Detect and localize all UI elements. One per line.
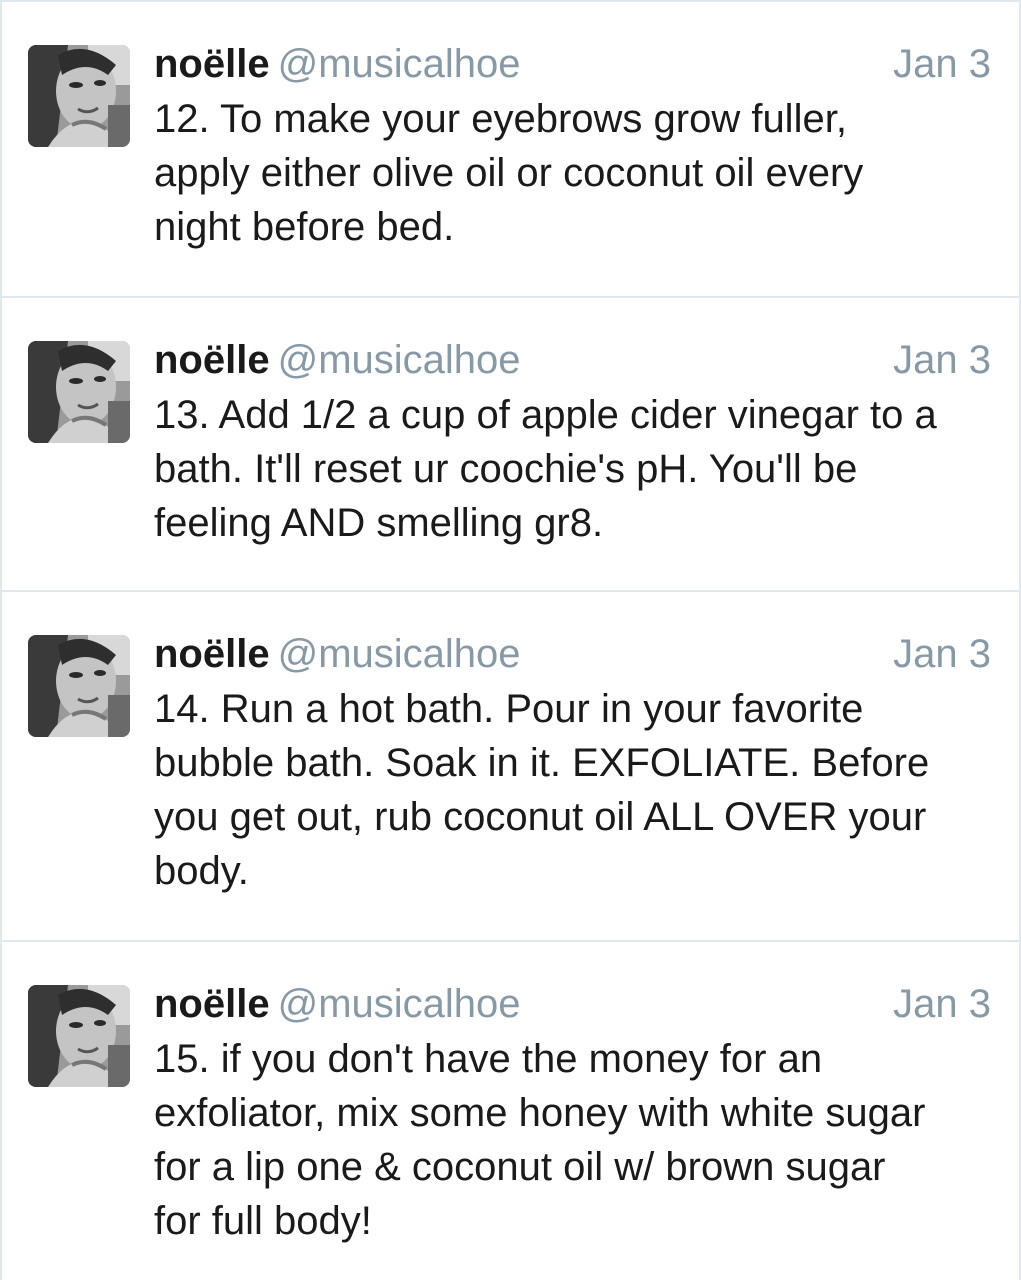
tweet-date[interactable]: Jan 3 bbox=[893, 978, 991, 1030]
tweet-text: 15. if you don't have the money for an e… bbox=[154, 1037, 926, 1243]
tweet-date[interactable]: Jan 3 bbox=[893, 334, 991, 386]
tweet-timeline: noëlle @musicalhoe Jan 3 12. To make your… bbox=[0, 0, 1021, 1282]
profile-photo-icon bbox=[28, 635, 130, 737]
avatar[interactable] bbox=[28, 341, 130, 443]
tweet-header: noëlle @musicalhoe Jan 3 bbox=[154, 628, 991, 680]
tweet-text: 12. To make your eyebrows grow fuller, a… bbox=[154, 97, 864, 249]
profile-photo-icon bbox=[28, 985, 130, 1087]
tweet-date[interactable]: Jan 3 bbox=[893, 628, 991, 680]
tweet-text: 13. Add 1/2 a cup of apple cider vinegar… bbox=[154, 393, 937, 545]
avatar[interactable] bbox=[28, 985, 130, 1087]
tweet-item[interactable]: noëlle @musicalhoe Jan 3 12. To make your… bbox=[2, 2, 1019, 298]
avatar[interactable] bbox=[28, 45, 130, 147]
user-handle[interactable]: @musicalhoe bbox=[278, 982, 521, 1026]
user-name[interactable]: noëlle bbox=[154, 338, 270, 382]
tweet-header: noëlle @musicalhoe Jan 3 bbox=[154, 38, 991, 90]
user-name[interactable]: noëlle bbox=[154, 982, 270, 1026]
tweet-header: noëlle @musicalhoe Jan 3 bbox=[154, 978, 991, 1030]
user-name[interactable]: noëlle bbox=[154, 632, 270, 676]
tweet-item[interactable]: noëlle @musicalhoe Jan 3 15. if you don't… bbox=[2, 942, 1019, 1282]
user-handle[interactable]: @musicalhoe bbox=[278, 632, 521, 676]
user-handle[interactable]: @musicalhoe bbox=[278, 338, 521, 382]
tweet-date[interactable]: Jan 3 bbox=[893, 38, 991, 90]
tweet-header: noëlle @musicalhoe Jan 3 bbox=[154, 334, 991, 386]
tweet-text: 14. Run a hot bath. Pour in your favorit… bbox=[154, 687, 930, 893]
profile-photo-icon bbox=[28, 45, 130, 147]
avatar[interactable] bbox=[28, 635, 130, 737]
tweet-item[interactable]: noëlle @musicalhoe Jan 3 13. Add 1/2 a cu… bbox=[2, 298, 1019, 592]
tweet-item[interactable]: noëlle @musicalhoe Jan 3 14. Run a hot ba… bbox=[2, 592, 1019, 942]
user-handle[interactable]: @musicalhoe bbox=[278, 42, 521, 86]
profile-photo-icon bbox=[28, 341, 130, 443]
user-name[interactable]: noëlle bbox=[154, 42, 270, 86]
